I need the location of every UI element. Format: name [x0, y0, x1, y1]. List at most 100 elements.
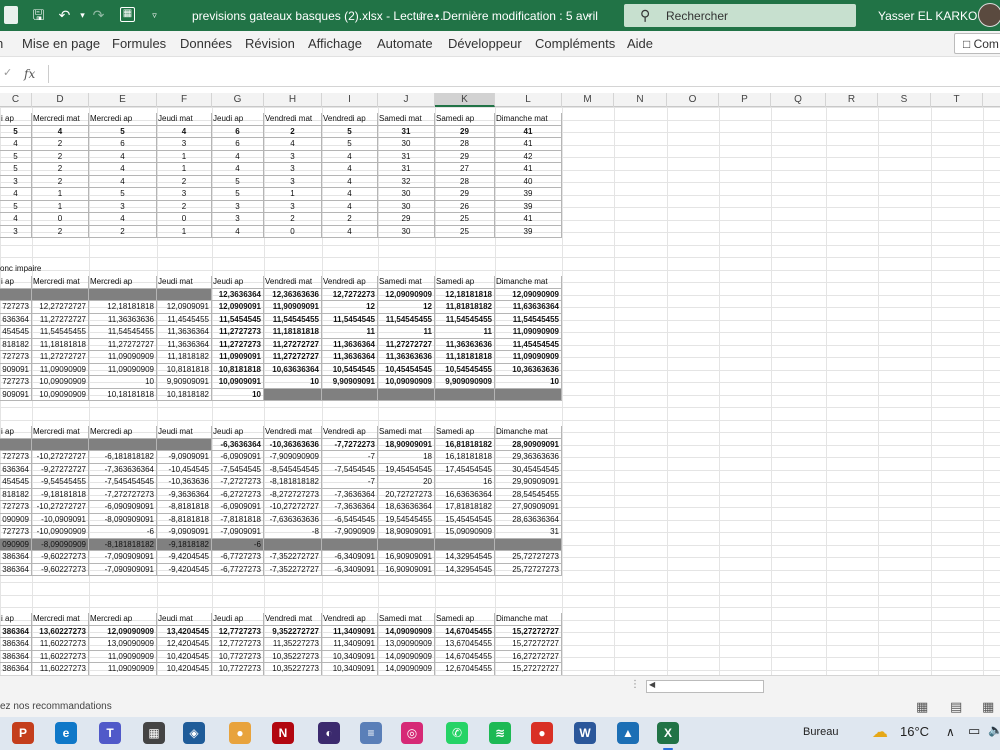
cell[interactable]: 4 [212, 150, 264, 163]
cell[interactable]: 386364 [0, 563, 32, 576]
cell[interactable]: -7,5454545 [322, 463, 378, 476]
cell[interactable]: 5 [0, 163, 32, 176]
cell[interactable]: 28,63636364 [495, 513, 562, 526]
cell[interactable]: 11,18181818 [435, 351, 495, 364]
cell[interactable]: 31 [495, 526, 562, 539]
cell[interactable]: 1 [32, 188, 89, 201]
cell[interactable]: 11,2727273 [212, 326, 264, 339]
cell[interactable] [435, 538, 495, 551]
cell[interactable]: 11,35227273 [264, 638, 322, 651]
cell[interactable]: 11 [322, 326, 378, 339]
cell[interactable]: 16,90909091 [378, 551, 435, 564]
cell[interactable]: 4 [322, 150, 378, 163]
word-icon[interactable]: W [574, 722, 596, 744]
weather-icon[interactable]: ☁ [872, 722, 888, 742]
cell[interactable]: 29 [378, 213, 435, 226]
cell[interactable]: -8,181818182 [89, 538, 157, 551]
spotify-icon[interactable]: ≋ [489, 722, 511, 744]
column-title[interactable]: Vendredi ap [322, 613, 378, 626]
cell[interactable]: -7,0909091 [212, 526, 264, 539]
cell[interactable]: 31 [378, 150, 435, 163]
cell[interactable]: -9,1818182 [157, 538, 212, 551]
cell[interactable]: -7 [322, 451, 378, 464]
cell[interactable]: 4 [212, 225, 264, 238]
cell[interactable]: -10,27272727 [264, 501, 322, 514]
cell[interactable]: 636364 [0, 313, 32, 326]
eclipse-icon[interactable]: ◐ [318, 722, 340, 744]
cell[interactable]: -8,8181818 [157, 501, 212, 514]
cell[interactable]: 11,2727273 [212, 338, 264, 351]
cell[interactable]: 11,09090909 [32, 363, 89, 376]
edge-icon[interactable]: e [55, 722, 77, 744]
cell[interactable]: 12,36363636 [264, 288, 322, 301]
cell[interactable]: 5 [322, 138, 378, 151]
cell[interactable]: 15,27272727 [495, 663, 562, 675]
cell[interactable]: 10,35227273 [264, 650, 322, 663]
cell[interactable]: -8,09090909 [32, 538, 89, 551]
column-title[interactable]: Vendredi mat [264, 113, 322, 126]
cell[interactable]: 3 [212, 200, 264, 213]
netflix-icon[interactable]: N [272, 722, 294, 744]
photos-icon[interactable]: ▲ [617, 722, 639, 744]
column-title[interactable]: Vendredi ap [322, 426, 378, 439]
cell[interactable]: 11,18181818 [264, 326, 322, 339]
cell[interactable]: -7,909090909 [264, 451, 322, 464]
section-label[interactable]: onc impaire [0, 264, 41, 273]
cell[interactable]: 30 [378, 188, 435, 201]
cell[interactable]: 386364 [0, 663, 32, 675]
customize-toolbar-icon[interactable]: ▿ [146, 7, 163, 24]
cell[interactable]: -7,363636364 [89, 463, 157, 476]
cell[interactable]: 11 [435, 326, 495, 339]
cell[interactable]: -7,090909091 [89, 551, 157, 564]
cell[interactable]: 11,54545455 [32, 326, 89, 339]
cell[interactable]: 5 [89, 188, 157, 201]
cell[interactable]: 090909 [0, 538, 32, 551]
cell[interactable]: 11,0909091 [212, 351, 264, 364]
cell[interactable]: 11,27272727 [378, 338, 435, 351]
cell[interactable]: 10,54545455 [435, 363, 495, 376]
cell[interactable]: 11,09090909 [89, 363, 157, 376]
cell[interactable]: 14,32954545 [435, 551, 495, 564]
cell[interactable]: 32 [378, 175, 435, 188]
cell[interactable]: 10,4204545 [157, 650, 212, 663]
cell[interactable]: 11,3409091 [322, 638, 378, 651]
tab-complements[interactable]: Compléments [535, 36, 615, 51]
cell[interactable]: 11,60227273 [32, 663, 89, 675]
cell[interactable]: 0 [157, 213, 212, 226]
cell[interactable]: 11 [378, 326, 435, 339]
cell[interactable]: 6 [89, 138, 157, 151]
cell[interactable]: 12,7272273 [322, 288, 378, 301]
cell[interactable]: 16,18181818 [435, 451, 495, 464]
cell[interactable]: 11,18181818 [32, 338, 89, 351]
column-header-c[interactable]: C [0, 93, 32, 107]
column-header-p[interactable]: P [719, 93, 771, 107]
cell[interactable]: 29 [435, 125, 495, 138]
cell[interactable]: 1 [157, 163, 212, 176]
cell[interactable]: 11,27272727 [264, 351, 322, 364]
cell[interactable]: 2 [89, 225, 157, 238]
column-header-f[interactable]: F [157, 93, 212, 107]
cell[interactable]: 4 [89, 163, 157, 176]
cell[interactable]: 2 [32, 175, 89, 188]
cell[interactable]: -7,3636364 [322, 488, 378, 501]
column-header-m[interactable]: M [562, 93, 614, 107]
tab-developpeur[interactable]: Développeur [448, 36, 522, 51]
column-header-o[interactable]: O [667, 93, 719, 107]
avatar[interactable] [978, 3, 1000, 27]
cell[interactable]: 6 [212, 138, 264, 151]
cell[interactable]: 11,36363636 [435, 338, 495, 351]
column-header-h[interactable]: H [264, 93, 322, 107]
cell[interactable]: 4 [157, 125, 212, 138]
cell[interactable]: 12,4204545 [157, 638, 212, 651]
chevron-down-icon[interactable]: ⌄ [585, 9, 593, 20]
column-title[interactable]: Samedi ap [435, 113, 495, 126]
cell[interactable]: 13,09090909 [378, 638, 435, 651]
cell[interactable]: 636364 [0, 463, 32, 476]
cell[interactable]: 30 [378, 225, 435, 238]
cell[interactable]: 818182 [0, 488, 32, 501]
column-title[interactable]: Samedi mat [378, 426, 435, 439]
cell[interactable]: 30,45454545 [495, 463, 562, 476]
cell[interactable]: 25,72727273 [495, 563, 562, 576]
column-title[interactable]: Vendredi mat [264, 426, 322, 439]
cell[interactable]: 4 [212, 163, 264, 176]
